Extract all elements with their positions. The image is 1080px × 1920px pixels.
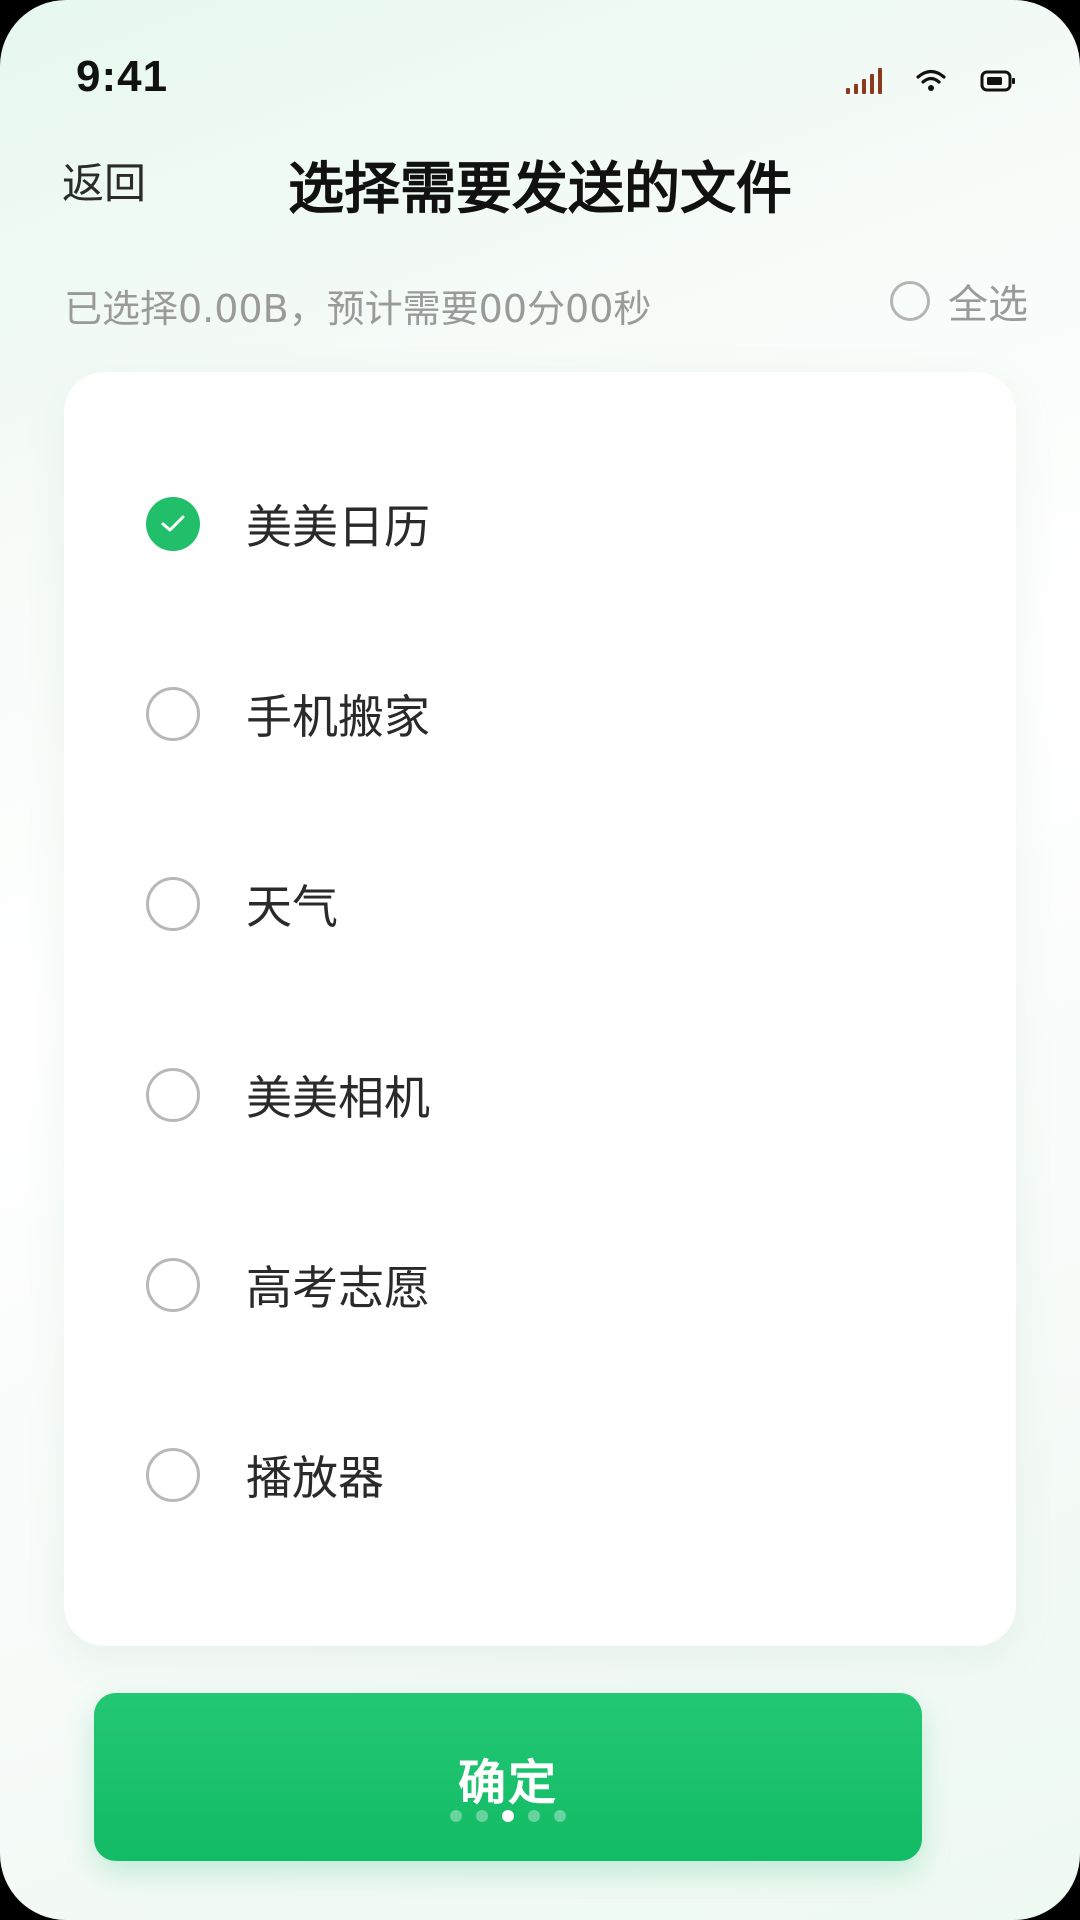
- confirm-label: 确定: [457, 1755, 558, 1811]
- file-item-player[interactable]: 播放器: [146, 1435, 384, 1515]
- file-item-college-application[interactable]: 高考志愿: [146, 1245, 430, 1325]
- file-item-label: 天气: [246, 880, 338, 934]
- page-dot: [554, 1810, 566, 1822]
- battery-icon: [980, 70, 1015, 92]
- unchecked-circle-icon[interactable]: [146, 1258, 200, 1312]
- page-dot: [450, 1810, 462, 1822]
- file-item-weather[interactable]: 天气: [146, 864, 338, 944]
- file-item-label: 手机搬家: [246, 690, 430, 744]
- unchecked-circle-icon[interactable]: [146, 687, 200, 741]
- file-list-card: 美美日历 手机搬家 天气 美美相机 高考志愿 播放器: [64, 372, 1016, 1646]
- file-item-meimei-calendar[interactable]: 美美日历: [146, 484, 430, 564]
- page-indicator: [94, 1810, 922, 1822]
- checked-circle-icon[interactable]: [146, 497, 200, 551]
- unchecked-circle-icon[interactable]: [146, 1448, 200, 1502]
- file-item-label: 美美相机: [246, 1071, 430, 1125]
- page-title: 选择需要发送的文件: [288, 157, 792, 222]
- wifi-icon: [916, 69, 946, 91]
- status-time: 9:41: [76, 52, 169, 101]
- status-icons: [846, 64, 1016, 98]
- select-all-toggle[interactable]: 全选: [890, 272, 1028, 330]
- file-item-label: 播放器: [246, 1451, 384, 1505]
- file-item-label: 高考志愿: [246, 1261, 430, 1315]
- file-item-meimei-camera[interactable]: 美美相机: [146, 1055, 430, 1135]
- signal-icon: [846, 68, 882, 94]
- select-all-label: 全选: [948, 282, 1028, 328]
- phone-screen: 9:41 返回 选择需要发送的文件 已选择0.00B，预计需要00分00秒 全选…: [0, 0, 1080, 1920]
- select-all-radio-icon[interactable]: [890, 281, 930, 321]
- unchecked-circle-icon[interactable]: [146, 877, 200, 931]
- page-dot-active: [502, 1810, 514, 1822]
- file-item-phone-migration[interactable]: 手机搬家: [146, 674, 430, 754]
- selected-size-summary: 已选择0.00B，预计需要00分00秒: [64, 287, 652, 331]
- confirm-button[interactable]: 确定: [94, 1693, 922, 1861]
- unchecked-circle-icon[interactable]: [146, 1068, 200, 1122]
- page-dot: [476, 1810, 488, 1822]
- file-item-label: 美美日历: [246, 500, 430, 554]
- page-dot: [528, 1810, 540, 1822]
